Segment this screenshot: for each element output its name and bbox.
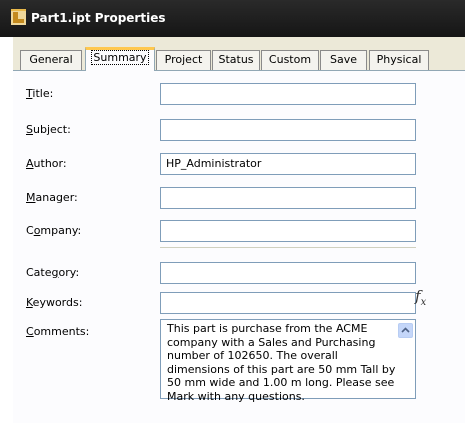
subject-field[interactable] [160,119,416,141]
category-label: Category: [26,266,80,279]
comments-text: This part is purchase from the ACME comp… [167,322,396,403]
subject-label: Subject: [26,123,71,136]
tab-physical[interactable]: Physical [369,50,429,70]
tab-status[interactable]: Status [212,50,260,70]
tab-label: Status [218,53,254,66]
manager-field[interactable] [160,187,416,209]
author-field[interactable]: HP_Administrator [160,153,416,175]
tab-save[interactable]: Save [320,50,367,70]
manager-label: Manager: [26,191,78,204]
comments-textarea[interactable]: This part is purchase from the ACME comp… [160,319,416,403]
tab-label: Project [164,53,203,66]
title-label: Title: [26,87,54,100]
scroll-up-icon[interactable] [398,323,413,338]
tab-label: Physical [376,53,422,66]
tab-label: Custom [268,53,312,66]
tab-label: Save [329,53,357,66]
tab-project[interactable]: Project [156,50,211,70]
keywords-field[interactable] [160,292,416,314]
tab-general[interactable]: General [20,50,82,70]
fx-icon[interactable]: fx [415,287,426,308]
title-bar[interactable]: Part1.ipt Properties [0,0,465,37]
title-field[interactable] [160,83,416,105]
author-label: Author: [26,157,67,170]
keywords-label: Keywords: [26,296,83,309]
comments-label: Comments: [26,325,90,338]
tab-custom[interactable]: Custom [261,50,319,70]
window-title: Part1.ipt Properties [31,11,166,25]
company-label: Company: [26,224,82,237]
company-field[interactable] [160,220,416,242]
tab-label: Summary [91,50,149,65]
separator [160,247,416,248]
category-field[interactable] [160,262,416,284]
inventor-part-icon [11,9,26,25]
tab-summary[interactable]: Summary [85,47,155,71]
tab-label: General [29,53,73,66]
